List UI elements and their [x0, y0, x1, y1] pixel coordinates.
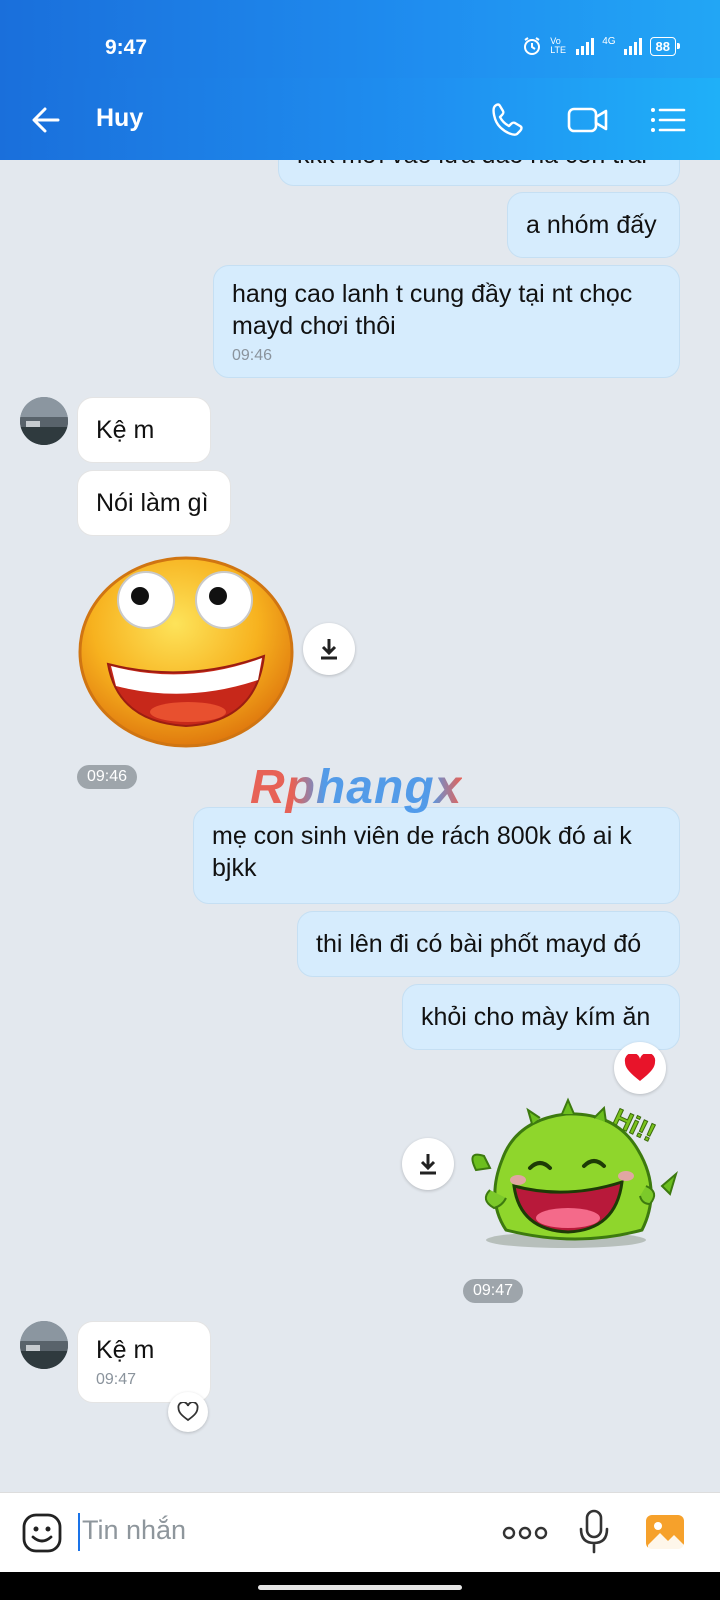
menu-list-icon[interactable]: [648, 100, 688, 140]
heart-reaction[interactable]: [614, 1042, 666, 1094]
watermark: Rphangx: [250, 761, 463, 814]
monster-sticker[interactable]: Hi!!: [466, 1090, 678, 1250]
message-text: thi lên đi có bài phốt mayd đó: [316, 930, 642, 958]
message-text: Nói làm gì: [96, 489, 209, 517]
message-text: kkk mới vào lừa đảo hả con trai: [297, 160, 647, 169]
incoming-message[interactable]: Kệ m 09:47: [77, 1321, 211, 1403]
message-input[interactable]: Tin nhắn: [82, 1515, 186, 1546]
heart-outline-icon: [177, 1402, 199, 1422]
phone-icon[interactable]: [487, 100, 527, 140]
more-icon[interactable]: [502, 1523, 548, 1543]
message-text: mẹ con sinh viên de rách 800k đó ai k bj…: [212, 822, 632, 882]
outgoing-message[interactable]: mẹ con sinh viên de rách 800k đó ai k bj…: [193, 807, 680, 904]
heart-icon: [624, 1054, 656, 1081]
smiley-sticker[interactable]: [78, 554, 294, 748]
battery-icon: 88: [649, 36, 681, 56]
message-text: Kệ m: [96, 416, 155, 444]
message-list[interactable]: kkk mới vào lừa đảo hả con trai a nhóm đ…: [0, 160, 720, 1492]
avatar-photo: [20, 397, 68, 445]
emoji-icon[interactable]: [22, 1513, 62, 1553]
message-text: khỏi cho mày kím ăn: [421, 1003, 651, 1031]
incoming-message[interactable]: Kệ m: [77, 397, 211, 463]
text-caret: [78, 1513, 80, 1551]
download-icon: [420, 1154, 436, 1175]
contact-name[interactable]: Huy: [96, 104, 143, 133]
outgoing-message[interactable]: thi lên đi có bài phốt mayd đó: [297, 911, 680, 977]
signal-icon-2: [623, 37, 642, 55]
home-handle[interactable]: [258, 1585, 462, 1590]
timestamp-pill: 09:47: [463, 1279, 524, 1303]
network-type: 4G: [602, 36, 616, 47]
download-button[interactable]: [402, 1138, 454, 1190]
signal-icon: [576, 37, 595, 55]
outgoing-message[interactable]: kkk mới vào lừa đảo hả con trai: [278, 160, 680, 186]
volte-icon: Vo LTE: [550, 36, 567, 55]
avatar[interactable]: [20, 397, 68, 445]
avatar[interactable]: [20, 1321, 68, 1369]
message-text: hang cao lanh t cung đầy tại nt chọc may…: [232, 280, 633, 340]
message-text: a nhóm đấy: [526, 211, 657, 239]
react-button[interactable]: [168, 1392, 208, 1432]
alarm-icon: [524, 37, 541, 55]
message-input-bar: Tin nhắn: [0, 1492, 720, 1573]
download-icon: [321, 639, 337, 660]
status-bar: 9:47 Vo LTE 4G 88: [0, 0, 720, 78]
back-arrow-icon[interactable]: [28, 102, 64, 138]
outgoing-message[interactable]: a nhóm đấy: [507, 192, 680, 258]
avatar-photo: [20, 1321, 68, 1369]
video-call-icon[interactable]: [566, 100, 610, 140]
status-time: 9:47: [105, 36, 148, 59]
status-icons: Vo LTE 4G 88: [522, 36, 681, 56]
outgoing-message[interactable]: hang cao lanh t cung đầy tại nt chọc may…: [213, 265, 680, 378]
microphone-icon[interactable]: [578, 1509, 610, 1555]
incoming-message[interactable]: Nói làm gì: [77, 470, 231, 536]
timestamp-pill: 09:46: [77, 765, 138, 789]
message-text: Kệ m: [96, 1336, 155, 1364]
download-button[interactable]: [303, 623, 355, 675]
message-time: 09:47: [96, 1371, 137, 1388]
chat-header: Huy: [0, 78, 720, 160]
system-nav-bar: [0, 1572, 720, 1600]
image-picker-icon[interactable]: [644, 1511, 686, 1553]
outgoing-message[interactable]: khỏi cho mày kím ăn: [402, 984, 680, 1050]
message-time: 09:46: [232, 347, 273, 364]
